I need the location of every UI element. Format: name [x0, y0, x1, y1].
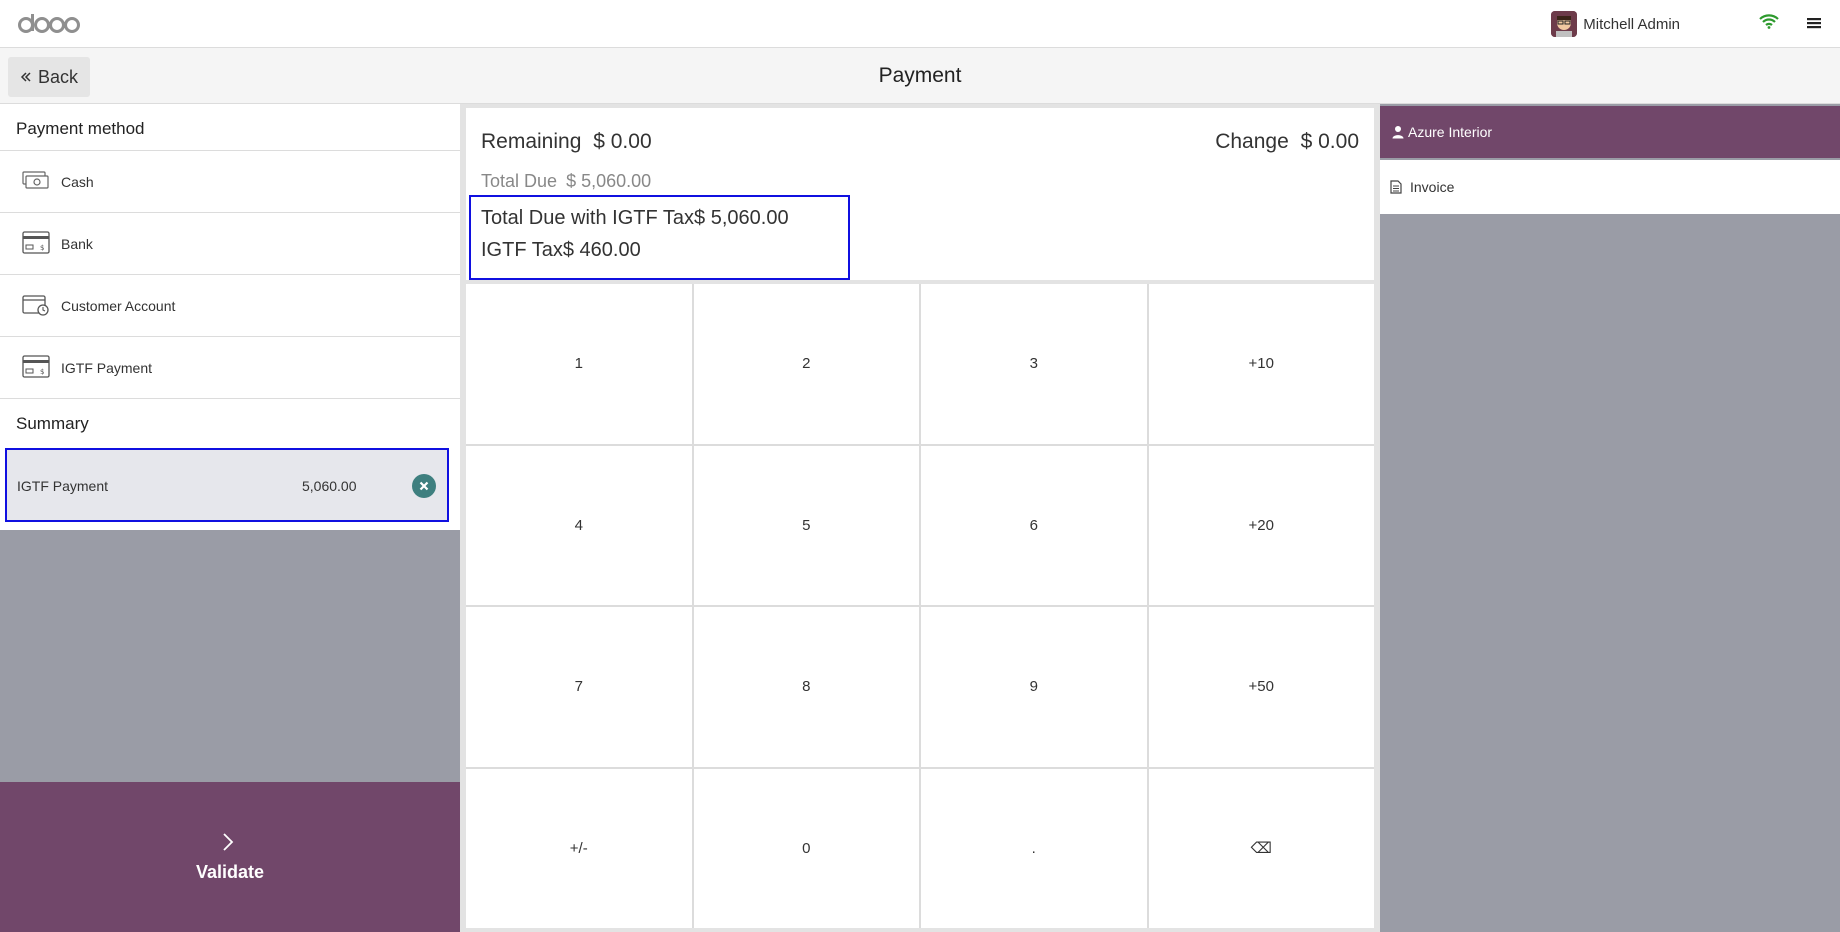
numpad-key-plus-minus[interactable]: +/-	[466, 768, 692, 928]
igtf-summary-box: Total Due with IGTF Tax$ 5,060.00 IGTF T…	[469, 195, 850, 280]
invoice-toggle[interactable]: Invoice	[1380, 160, 1840, 214]
payment-methods-panel: Payment method Cash $ Bank Customer Acco…	[0, 104, 460, 932]
validate-button[interactable]: Validate	[0, 782, 460, 932]
total-due: Total Due $ 5,060.00	[481, 171, 651, 192]
invoice-label: Invoice	[1410, 179, 1455, 195]
payment-line[interactable]: IGTF Payment 5,060.00	[5, 448, 449, 522]
numpad-key-5[interactable]: 5	[693, 445, 919, 605]
summary-title: Summary	[16, 414, 89, 433]
payment-line-amount: 5,060.00	[302, 478, 357, 494]
file-icon	[1390, 180, 1402, 194]
customer-name: Azure Interior	[1408, 124, 1493, 140]
menu-icon[interactable]	[1804, 13, 1826, 35]
payment-method-title: Payment method	[16, 119, 145, 138]
numpad-key-plus-10[interactable]: +10	[1148, 284, 1374, 444]
numpad-key-plus-20[interactable]: +20	[1148, 445, 1374, 605]
user-name: Mitchell Admin	[1583, 15, 1680, 33]
bank-card-icon: $	[22, 355, 50, 379]
payment-method-label: Customer Account	[61, 297, 176, 314]
wifi-icon	[1758, 12, 1782, 32]
change-label: Change	[1215, 130, 1289, 153]
igtf-tax: IGTF Tax$ 460.00	[481, 239, 641, 262]
remaining-label: Remaining	[481, 130, 582, 153]
payment-methods-list: Payment method Cash $ Bank Customer Acco…	[0, 104, 460, 530]
igtf-total-value: $ 5,060.00	[694, 207, 789, 229]
odoo-logo[interactable]	[18, 8, 80, 40]
page-title: Payment	[878, 64, 962, 87]
remaining-amount: Remaining $ 0.00	[481, 130, 652, 154]
bank-card-icon: $	[22, 231, 50, 255]
payment-method-label: Cash	[61, 173, 94, 190]
user-icon	[1392, 125, 1404, 139]
top-navbar: Mitchell Admin	[0, 0, 1840, 48]
customer-button[interactable]: Azure Interior	[1380, 106, 1840, 158]
numpad-key-decimal[interactable]: .	[921, 768, 1147, 928]
total-due-label: Total Due	[481, 171, 558, 191]
igtf-tax-value: $ 460.00	[562, 239, 641, 261]
svg-text:$: $	[40, 244, 44, 252]
numpad: 1 2 3 +10 4 5 6 +20 7 8 9 +50 +/- 0 . ⌫	[466, 284, 1374, 928]
numpad-key-7[interactable]: 7	[466, 607, 692, 767]
divider	[0, 398, 460, 399]
igtf-tax-label: IGTF Tax	[481, 239, 563, 261]
svg-text:$: $	[40, 368, 44, 376]
igtf-total-label: Total Due with IGTF Tax	[481, 207, 695, 229]
numpad-key-9[interactable]: 9	[921, 607, 1147, 767]
control-bar: Back Payment	[0, 48, 1840, 104]
payment-method-bank[interactable]: $ Bank	[0, 212, 460, 274]
payment-status: Remaining $ 0.00 Change $ 0.00 Total Due…	[466, 108, 1374, 280]
numpad-key-plus-50[interactable]: +50	[1148, 607, 1374, 767]
payment-method-label: Bank	[61, 235, 93, 252]
remaining-value: $ 0.00	[593, 130, 652, 153]
igtf-total-due: Total Due with IGTF Tax$ 5,060.00	[481, 207, 789, 230]
cash-icon	[22, 169, 50, 193]
numpad-key-8[interactable]: 8	[693, 607, 919, 767]
backspace-key[interactable]: ⌫	[1148, 768, 1374, 928]
validate-label: Validate	[195, 862, 265, 882]
numpad-key-2[interactable]: 2	[693, 284, 919, 444]
customer-panel: Azure Interior Invoice	[1380, 104, 1840, 932]
change-amount: Change $ 0.00	[1215, 130, 1359, 154]
change-value: $ 0.00	[1300, 130, 1359, 153]
payment-method-label: IGTF Payment	[61, 359, 153, 376]
numpad-key-3[interactable]: 3	[921, 284, 1147, 444]
numpad-key-4[interactable]: 4	[466, 445, 692, 605]
customer-account-icon	[22, 293, 50, 317]
payment-method-igtf[interactable]: $ IGTF Payment	[0, 336, 460, 398]
payment-method-customer-account[interactable]: Customer Account	[0, 274, 460, 336]
numpad-key-1[interactable]: 1	[466, 284, 692, 444]
payment-line-name: IGTF Payment	[17, 478, 109, 494]
avatar	[1551, 11, 1578, 37]
numpad-key-6[interactable]: 6	[921, 445, 1147, 605]
delete-payment-line-icon[interactable]	[412, 474, 436, 498]
total-due-value: $ 5,060.00	[566, 171, 652, 191]
payment-method-cash[interactable]: Cash	[0, 150, 460, 212]
payment-center-panel: Remaining $ 0.00 Change $ 0.00 Total Due…	[460, 104, 1380, 932]
user-menu[interactable]: Mitchell Admin	[1551, 10, 1680, 38]
chevron-right-icon	[220, 832, 238, 852]
numpad-key-0[interactable]: 0	[693, 768, 919, 928]
